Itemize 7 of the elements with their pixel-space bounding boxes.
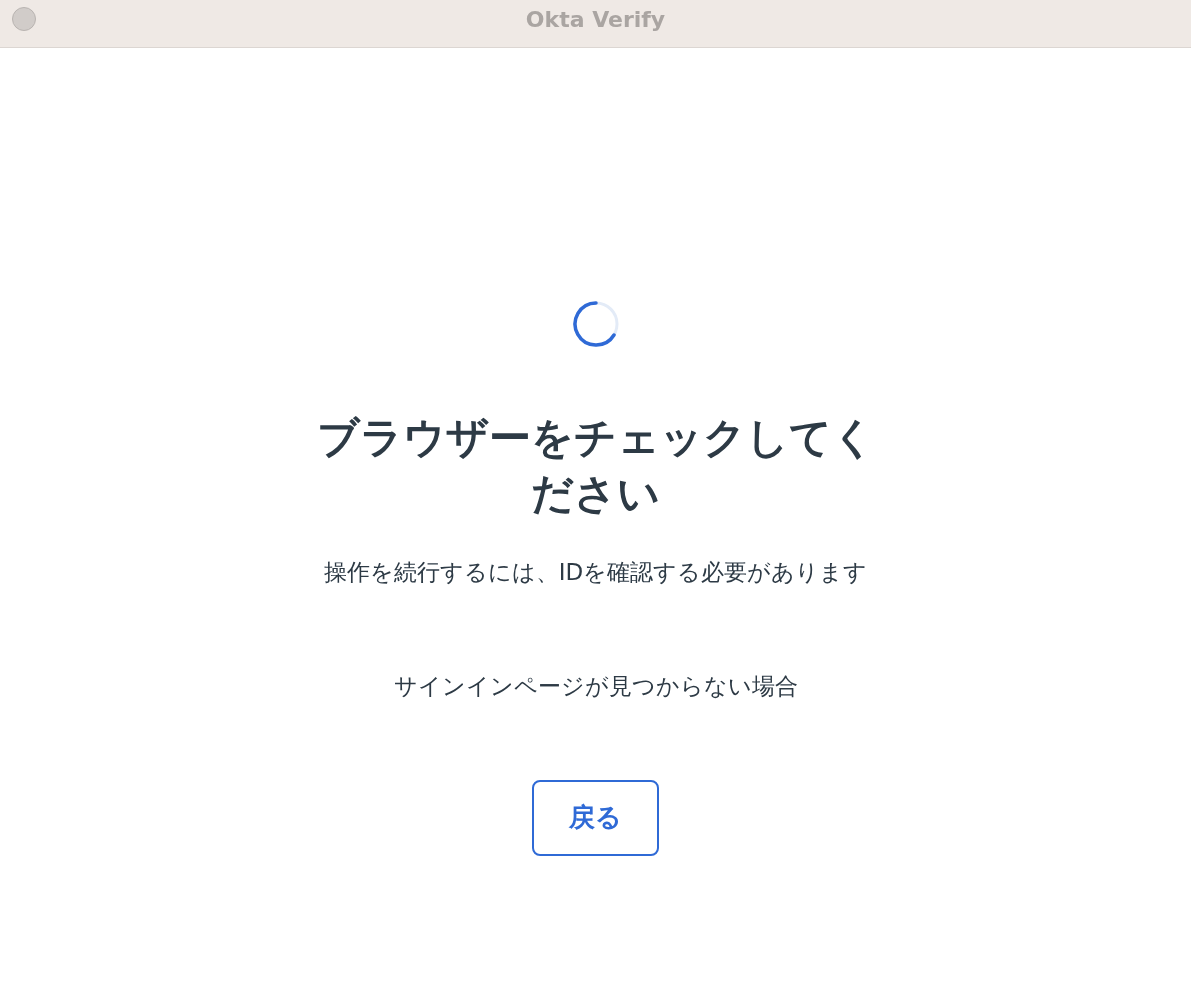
help-text: サインインページが見つからない場合 <box>393 672 798 701</box>
heading: ブラウザーをチェックしてください <box>315 412 876 520</box>
back-button[interactable]: 戻る <box>532 779 659 856</box>
close-button[interactable] <box>12 7 36 31</box>
message-text: 操作を続行するには、IDを確認する必要があります <box>322 558 869 587</box>
window-title: Okta Verify <box>525 6 666 34</box>
loading-spinner-icon <box>571 300 620 348</box>
